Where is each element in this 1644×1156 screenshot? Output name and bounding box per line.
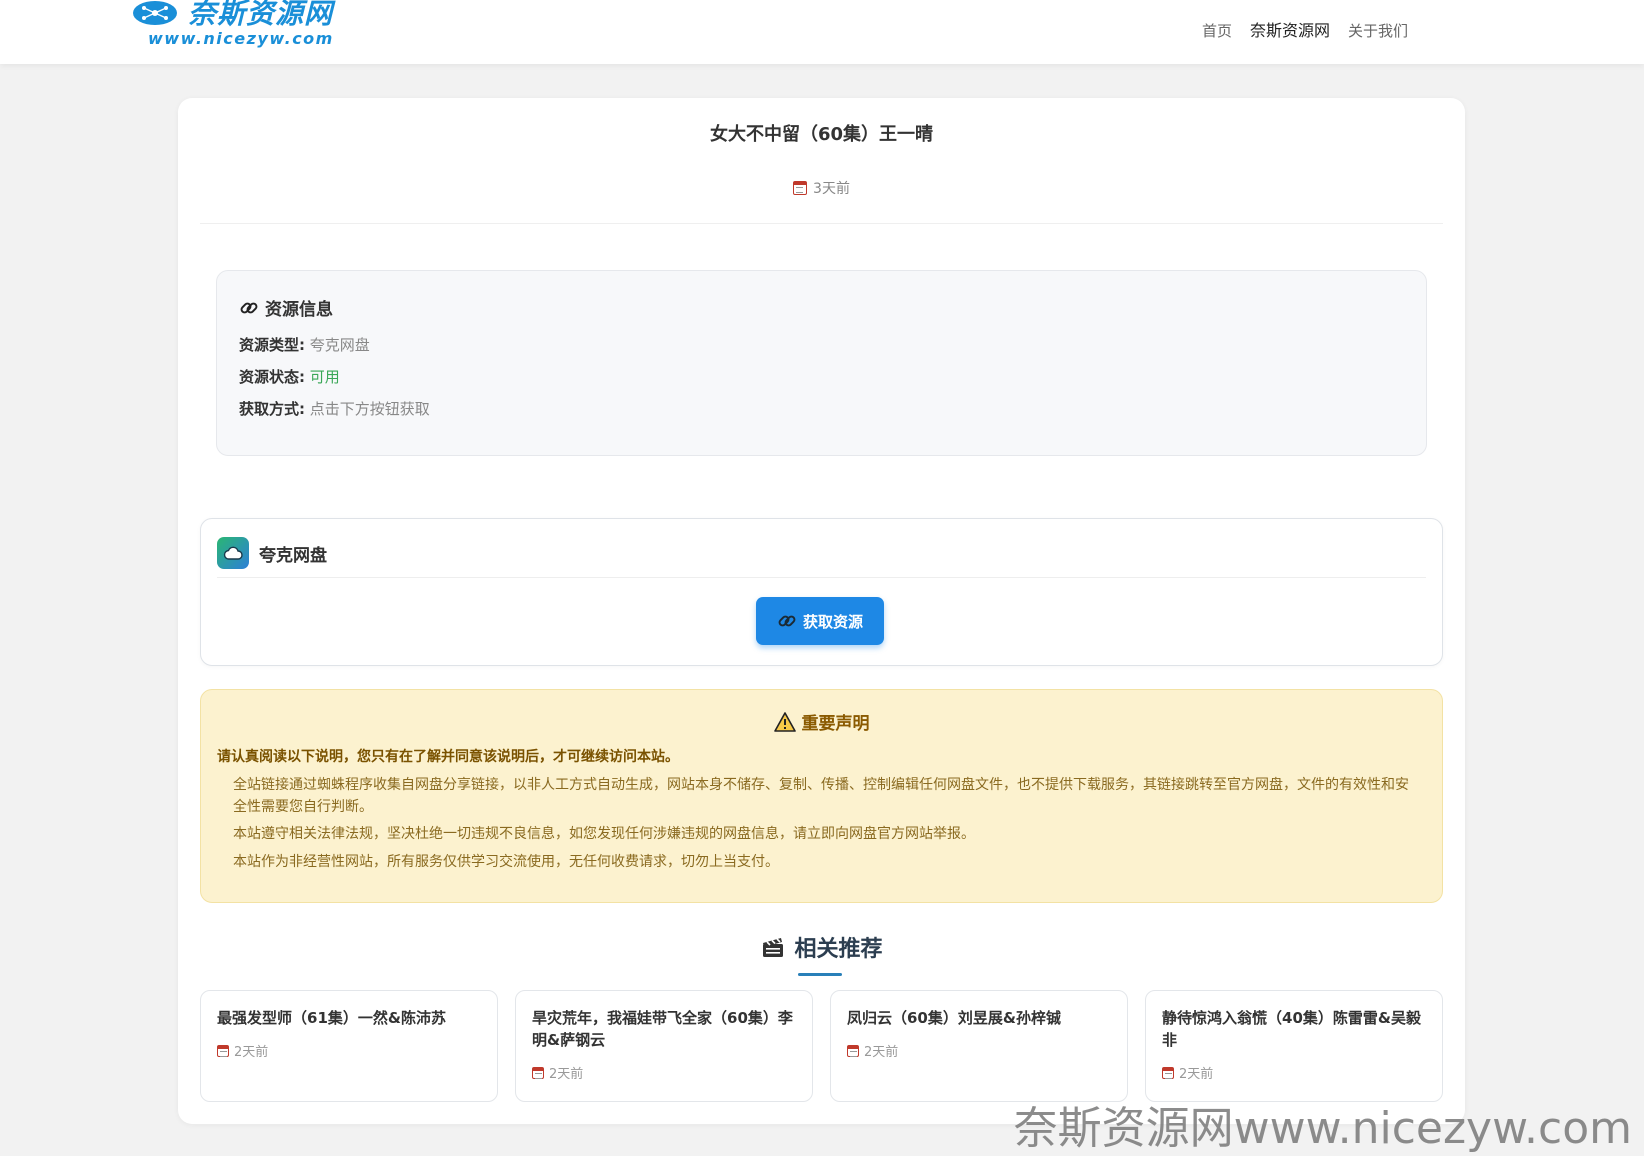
related-underline [798, 973, 842, 976]
related-date-text: 2天前 [234, 1045, 269, 1060]
related-heading: 相关推荐 [178, 931, 1465, 963]
related-card[interactable]: 旱灾荒年，我福娃带飞全家（60集）李明&萨钢云 2天前 [515, 990, 813, 1102]
info-key: 资源类型: [239, 336, 305, 354]
related-card-date: 2天前 [1162, 1063, 1213, 1082]
calendar-icon [217, 1044, 229, 1057]
logo-mark-icon [133, 1, 177, 25]
related-date-text: 2天前 [549, 1067, 584, 1082]
info-row-method: 获取方式: 点击下方按钮获取 [239, 399, 430, 419]
related-card-title[interactable]: 最强发型师（61集）一然&陈沛苏 [217, 1007, 487, 1029]
logo-url: www.nicezyw.com [148, 29, 334, 48]
info-value: 可用 [309, 368, 340, 386]
quark-heading: 夸克网盘 [217, 537, 327, 569]
calendar-icon [532, 1066, 544, 1079]
quark-name: 夸克网盘 [259, 545, 327, 566]
resource-info-title: 资源信息 [265, 300, 333, 320]
notice-paragraph: 本站作为非经营性网站，所有服务仅供学习交流使用，无任何收费请求，切勿上当支付。 [233, 854, 779, 870]
resource-info-heading: 资源信息 [239, 295, 333, 320]
related-title: 相关推荐 [794, 937, 883, 962]
calendar-icon [847, 1044, 859, 1057]
related-card-date: 2天前 [532, 1063, 583, 1082]
post-card: 女大不中留（60集）王一晴 3天前 资源信息 资源类型: 夸克网盘 资源状态: … [178, 98, 1465, 1124]
related-card-date: 2天前 [217, 1041, 268, 1060]
info-key: 获取方式: [239, 400, 305, 418]
info-value: 夸克网盘 [309, 336, 370, 354]
info-row-type: 资源类型: 夸克网盘 [239, 335, 370, 355]
info-key: 资源状态: [239, 368, 305, 386]
related-card-title[interactable]: 凤归云（60集）刘昱展&孙梓铖 [847, 1007, 1117, 1029]
title-divider [200, 223, 1443, 224]
notice-paragraph: 全站链接通过蜘蛛程序收集自网盘分享链接，以非人工方式自动生成，网站本身不储存、复… [233, 777, 1409, 815]
logo-text: 奈斯资源网 [188, 0, 334, 30]
related-card-title[interactable]: 旱灾荒年，我福娃带飞全家（60集）李明&萨钢云 [532, 1007, 802, 1051]
get-resource-button[interactable]: 获取资源 [756, 597, 884, 645]
calendar-icon [793, 181, 808, 195]
quark-panel: 夸克网盘 获取资源 [200, 518, 1443, 666]
post-title: 女大不中留（60集）王一晴 [709, 124, 934, 145]
site-header: 奈斯资源网 www.nicezyw.com 首页 奈斯资源网 关于我们 [0, 0, 1644, 64]
calendar-icon [1162, 1066, 1174, 1079]
get-resource-label: 获取资源 [802, 612, 863, 631]
nav-about[interactable]: 关于我们 [1348, 20, 1408, 42]
related-card[interactable]: 静待惊鸿入翁慌（40集）陈雷雷&吴毅非 2天前 [1145, 990, 1443, 1102]
cloud-icon [217, 537, 249, 569]
site-logo[interactable]: 奈斯资源网 www.nicezyw.com [132, 0, 392, 52]
warning-icon [773, 711, 796, 732]
info-value: 点击下方按钮获取 [309, 400, 430, 418]
link-icon [778, 615, 796, 627]
related-date-text: 2天前 [1179, 1067, 1214, 1082]
link-icon [240, 302, 258, 313]
notice-paragraph: 本站遵守相关法律法规，坚决杜绝一切违规不良信息，如您发现任何涉嫌违规的网盘信息，… [233, 826, 975, 842]
post-date: 3天前 [178, 178, 1465, 198]
main-nav: 首页 奈斯资源网 关于我们 [1184, 20, 1408, 42]
related-card[interactable]: 最强发型师（61集）一然&陈沛苏 2天前 [200, 990, 498, 1102]
watermark: 奈斯资源网www.nicezyw.com [1013, 1103, 1632, 1154]
related-card-title[interactable]: 静待惊鸿入翁慌（40集）陈雷雷&吴毅非 [1162, 1007, 1432, 1051]
nav-home[interactable]: 首页 [1202, 20, 1232, 42]
quark-divider [217, 577, 1426, 578]
clapperboard-icon [763, 938, 784, 957]
notice-heading: 重要声明 [201, 709, 1442, 734]
nav-site[interactable]: 奈斯资源网 [1250, 20, 1330, 42]
important-notice: 重要声明 请认真阅读以下说明，您只有在了解并同意该说明后，才可继续访问本站。 全… [200, 689, 1443, 903]
related-date-text: 2天前 [864, 1045, 899, 1060]
post-date-text: 3天前 [813, 181, 850, 197]
info-row-status: 资源状态: 可用 [239, 367, 340, 387]
notice-title: 重要声明 [801, 714, 870, 734]
notice-lead: 请认真阅读以下说明，您只有在了解并同意该说明后，才可继续访问本站。 [217, 749, 679, 765]
resource-info-box: 资源信息 资源类型: 夸克网盘 资源状态: 可用 获取方式: 点击下方按钮获取 [216, 270, 1427, 456]
related-card[interactable]: 凤归云（60集）刘昱展&孙梓铖 2天前 [830, 990, 1128, 1102]
related-card-date: 2天前 [847, 1041, 898, 1060]
